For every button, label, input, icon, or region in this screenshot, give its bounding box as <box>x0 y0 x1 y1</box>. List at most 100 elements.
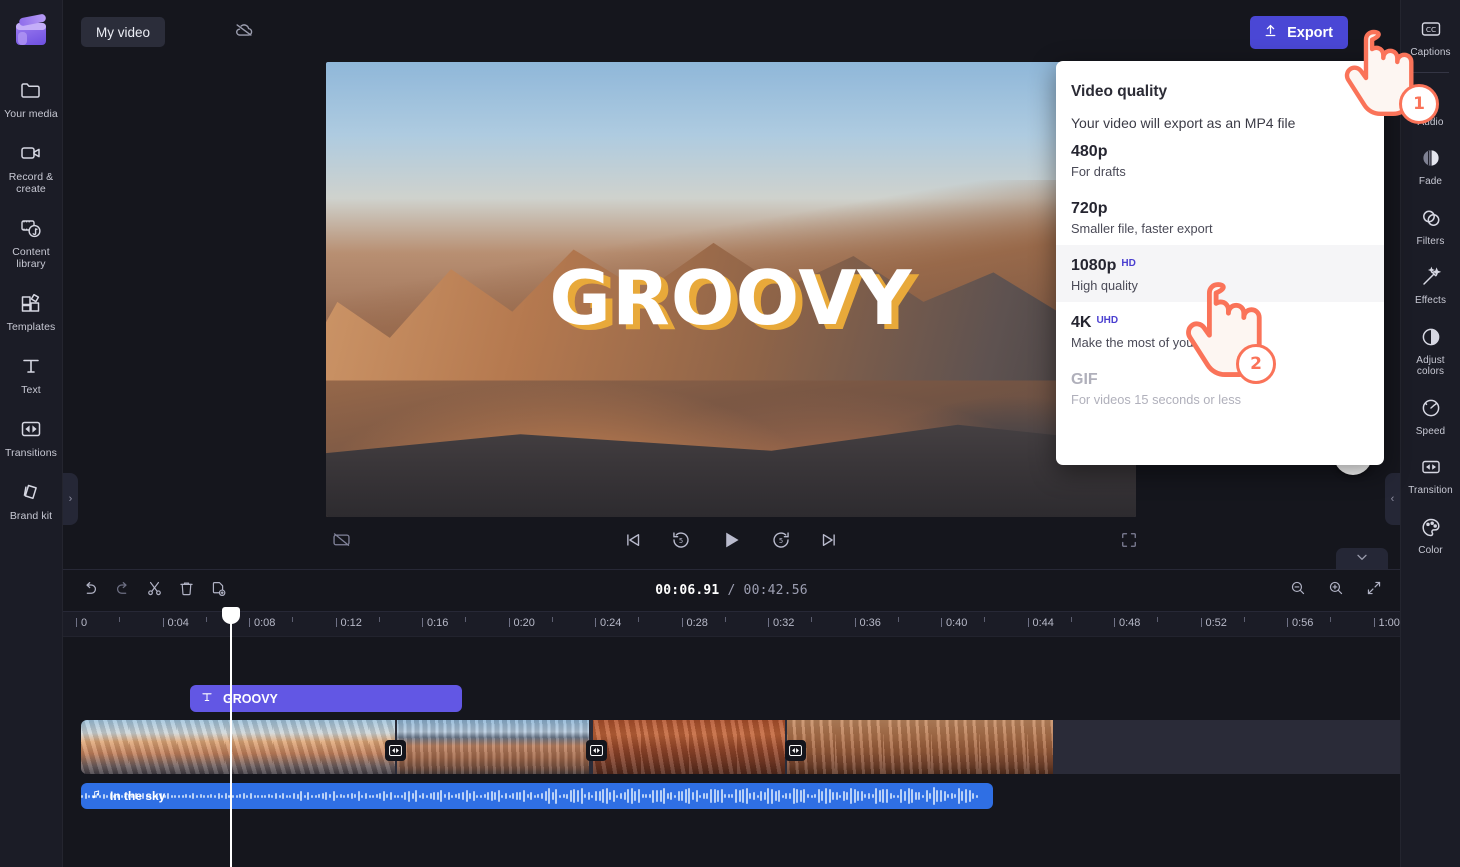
video-segment[interactable] <box>787 720 1053 774</box>
export-button[interactable]: Export <box>1250 16 1348 49</box>
waveform-bar <box>541 793 543 799</box>
video-clip-track[interactable] <box>81 720 1400 774</box>
waveform-bar <box>249 792 252 800</box>
quality-option-720p[interactable]: 720p Smaller file, faster export <box>1056 188 1384 245</box>
video-segment[interactable] <box>397 720 591 774</box>
waveform-bar <box>921 794 924 798</box>
thumbnail-strip <box>81 720 395 774</box>
quality-name: GIF <box>1071 371 1098 388</box>
right-panel-collapse-handle[interactable]: ‹ <box>1385 473 1400 525</box>
waveform-bar <box>512 792 515 800</box>
video-segment[interactable] <box>1055 720 1400 774</box>
sidebar-item-content-library[interactable]: Content library <box>0 208 62 275</box>
panel-toggle-tab[interactable] <box>1336 548 1388 570</box>
quality-option-4k[interactable]: 4K UHD Make the most of your 4K media <box>1056 302 1384 359</box>
brand-kit-icon <box>18 479 44 505</box>
quality-option-1080p[interactable]: 1080p HD High quality <box>1056 245 1384 302</box>
video-segment[interactable] <box>593 720 785 774</box>
waveform-bar <box>203 794 206 798</box>
video-preview[interactable]: GROOVY GROOVY <box>326 62 1136 517</box>
waveform-bar <box>587 792 590 800</box>
waveform-bar <box>573 789 576 803</box>
video-segment[interactable] <box>81 720 395 774</box>
zoom-in-button[interactable] <box>1320 575 1352 607</box>
sidebar-item-text[interactable]: Text <box>0 346 62 401</box>
zoom-out-button[interactable] <box>1282 575 1314 607</box>
cloud-sync-button[interactable] <box>228 17 260 47</box>
waveform-bar <box>972 793 975 799</box>
waveform-bar <box>213 794 216 798</box>
waveform-bar <box>188 794 191 798</box>
clipchamp-logo[interactable] <box>14 13 48 48</box>
transition-marker[interactable] <box>586 740 607 761</box>
fullscreen-button[interactable] <box>1114 527 1144 557</box>
waveform-bar <box>753 792 756 800</box>
skip-to-start-button[interactable] <box>618 527 648 557</box>
waveform-bar <box>605 787 608 805</box>
ruler-tick-label: 0:20 <box>513 617 535 629</box>
preview-text-overlay[interactable]: GROOVY GROOVY <box>326 258 1136 343</box>
sidebar-item-your-media[interactable]: Your media <box>0 70 62 125</box>
waveform-bar <box>170 794 173 798</box>
project-name-field[interactable]: My video <box>81 17 166 47</box>
fit-to-screen-button[interactable] <box>1358 575 1390 607</box>
right-item-transition[interactable]: Transition <box>1402 448 1460 501</box>
quality-option-480p[interactable]: 480p For drafts <box>1056 131 1384 188</box>
waveform-bar <box>620 792 623 800</box>
waveform-bar <box>932 787 935 805</box>
waveform-bar <box>465 789 468 803</box>
waveform-bar <box>907 787 910 805</box>
transition-marker[interactable] <box>785 740 806 761</box>
waveform-bar <box>602 789 605 803</box>
sidebar-item-record-create[interactable]: Record & create <box>0 133 62 200</box>
waveform-bar <box>257 794 260 798</box>
waveform-bar <box>285 794 288 798</box>
waveform-bar <box>217 792 220 800</box>
waveform-bar <box>832 792 835 800</box>
timeline-tracks: GROOVY In the sky <box>63 637 1400 867</box>
right-item-fade[interactable]: Fade <box>1402 139 1460 192</box>
right-item-speed[interactable]: Speed <box>1402 389 1460 442</box>
waveform-bar <box>375 793 378 799</box>
sidebar-item-transitions[interactable]: Transitions <box>0 409 62 464</box>
left-panel-collapse-handle[interactable]: › <box>63 473 78 525</box>
forward-5-button[interactable]: 5 <box>766 527 796 557</box>
right-item-filters[interactable]: Filters <box>1402 199 1460 252</box>
waveform-bar <box>372 794 375 798</box>
playhead-handle[interactable] <box>222 607 240 624</box>
waveform-bar <box>206 794 209 798</box>
right-item-color[interactable]: Color <box>1402 508 1460 561</box>
waveform-bar <box>447 791 450 801</box>
waveform-bar <box>275 792 278 800</box>
right-item-captions[interactable]: CC Captions <box>1402 10 1460 63</box>
waveform-bar <box>727 794 730 798</box>
right-item-label: Transition <box>1408 485 1453 496</box>
content-library-icon <box>18 215 44 241</box>
waveform-bar <box>591 794 594 798</box>
waveform-bar <box>350 792 353 800</box>
waveform-bar <box>328 794 331 798</box>
waveform-bar <box>691 791 694 801</box>
right-item-effects[interactable]: Effects <box>1402 258 1460 311</box>
waveform-bar <box>936 789 939 803</box>
sidebar-item-templates[interactable]: Templates <box>0 283 62 338</box>
waveform-bar <box>479 794 482 798</box>
sidebar-item-brand-kit[interactable]: Brand kit <box>0 472 62 527</box>
ruler-tick-label: 0:32 <box>773 617 795 629</box>
waveform-bar <box>598 790 601 802</box>
waveform-bar <box>382 791 385 801</box>
waveform-bar <box>584 793 587 799</box>
waveform-bar <box>673 794 676 798</box>
timeline-ruler[interactable]: 0 0:04 0:08 0:12 0:16 0:20 0:24 0:28 0:32 0:36 0:4… <box>63 611 1400 637</box>
timeline-playhead[interactable] <box>222 607 240 867</box>
waveform-bar <box>975 794 978 798</box>
filters-icon <box>1418 205 1444 231</box>
waveform-bar <box>300 791 303 801</box>
transition-marker[interactable] <box>385 740 406 761</box>
right-item-adjust-colors[interactable]: Adjust colors <box>1402 318 1460 382</box>
rewind-5-button[interactable]: 5 <box>666 527 696 557</box>
play-button[interactable] <box>714 525 748 559</box>
audio-clip[interactable]: In the sky <box>81 783 993 809</box>
fullscreen-icon <box>1119 530 1139 555</box>
skip-to-end-button[interactable] <box>814 527 844 557</box>
